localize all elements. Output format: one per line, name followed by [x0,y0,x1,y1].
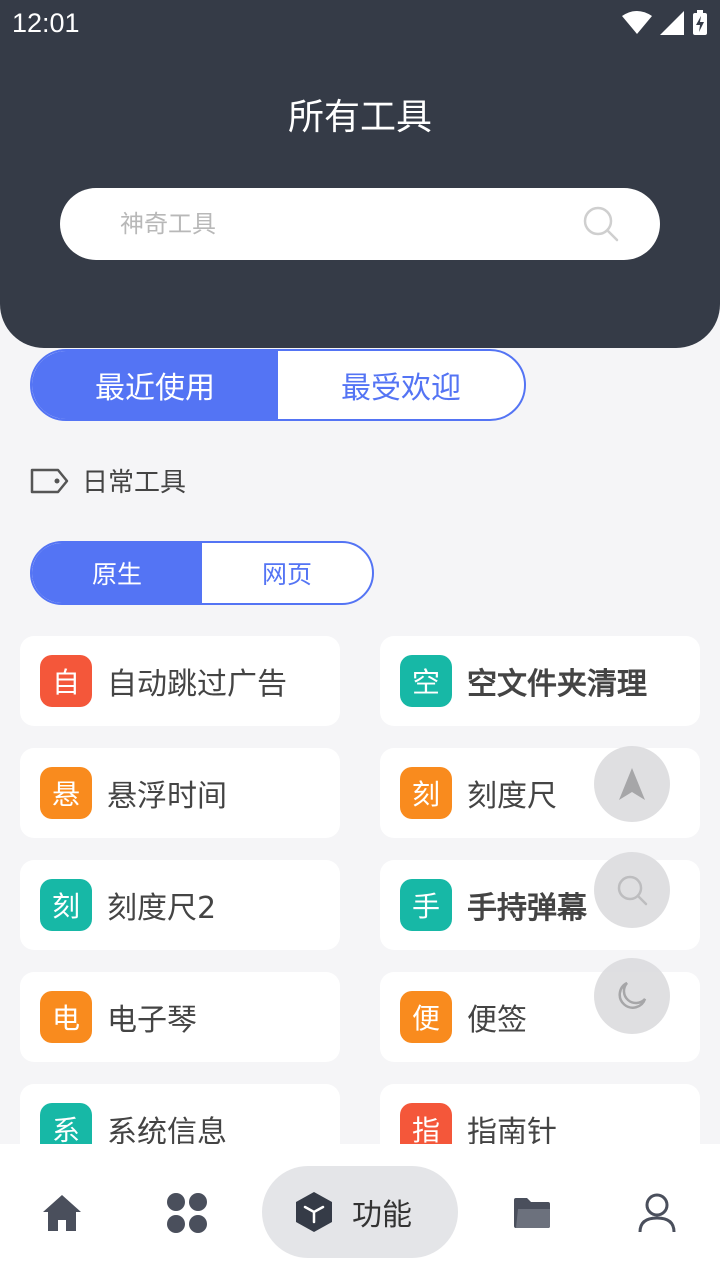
tool-name: 自动跳过广告 [107,667,287,702]
search-input[interactable] [120,206,560,242]
sub-tabs: 原生 网页 [30,541,374,605]
apps-icon [167,1193,207,1233]
nav-functions[interactable]: 功能 [262,1166,458,1258]
tool-name: 手持弹幕 [467,891,587,926]
tool-badge: 自 [40,655,92,707]
tab-native[interactable]: 原生 [32,543,202,603]
tool-card[interactable]: 刻 刻度尺2 [20,860,340,950]
tool-badge: 系 [40,1103,92,1144]
tool-card[interactable]: 悬 悬浮时间 [20,748,340,838]
page-title: 所有工具 [287,97,432,138]
tool-card[interactable]: 自 自动跳过广告 [20,636,340,726]
tool-badge: 刻 [40,879,92,931]
tool-card[interactable]: 电 电子琴 [20,972,340,1062]
tool-card[interactable]: 系 系统信息 [20,1084,340,1144]
nav-apps[interactable] [165,1191,209,1235]
tool-name: 悬浮时间 [107,779,227,814]
nav-profile[interactable] [635,1191,679,1235]
nav-folder[interactable] [510,1191,554,1235]
tag-icon [30,468,69,493]
tool-badge: 指 [400,1103,452,1144]
status-icons [622,10,708,36]
status-time: 12:01 [12,8,80,38]
tool-name: 便签 [467,1003,527,1038]
tool-badge: 手 [400,879,452,931]
home-icon [43,1195,81,1231]
tool-badge: 便 [400,991,452,1043]
moon-icon [618,981,647,1009]
category-header: 日常工具 [30,462,186,499]
tool-name: 刻度尺 [467,779,557,814]
battery-icon [693,10,707,35]
tab-popular[interactable]: 最受欢迎 [278,351,524,419]
signal-icon [660,11,684,35]
tool-badge: 悬 [40,767,92,819]
search-bar[interactable] [60,188,660,260]
user-icon [638,1193,676,1233]
nav-functions-label: 功能 [352,1198,412,1233]
tool-badge: 空 [400,655,452,707]
nav-home[interactable] [40,1191,84,1235]
cube-icon [296,1192,332,1232]
tool-name: 空文件夹清理 [467,667,647,702]
tool-name: 刻度尺2 [107,891,217,926]
tool-badge: 电 [40,991,92,1043]
tab-recent[interactable]: 最近使用 [32,351,278,419]
tool-name: 电子琴 [107,1003,197,1038]
tool-badge: 刻 [400,767,452,819]
category-label: 日常工具 [82,468,187,498]
moon-fab[interactable] [594,958,670,1034]
tool-name: 系统信息 [107,1115,227,1144]
navigate-icon [619,768,645,800]
search-fab[interactable] [594,852,670,928]
search-icon [617,875,648,906]
tool-name: 指南针 [467,1115,557,1144]
navigate-fab[interactable] [594,746,670,822]
header: 12:01 所有工具 [0,0,720,348]
tool-card[interactable]: 空 空文件夹清理 [380,636,700,726]
folder-icon [514,1198,550,1228]
status-bar: 12:01 [0,0,720,50]
bottom-nav: 功能 [0,1144,720,1280]
tab-web[interactable]: 网页 [202,543,372,603]
wifi-icon [622,11,652,34]
main-tabs: 最近使用 最受欢迎 [30,349,526,421]
search-icon[interactable] [582,205,620,243]
tool-card[interactable]: 指 指南针 [380,1084,700,1144]
